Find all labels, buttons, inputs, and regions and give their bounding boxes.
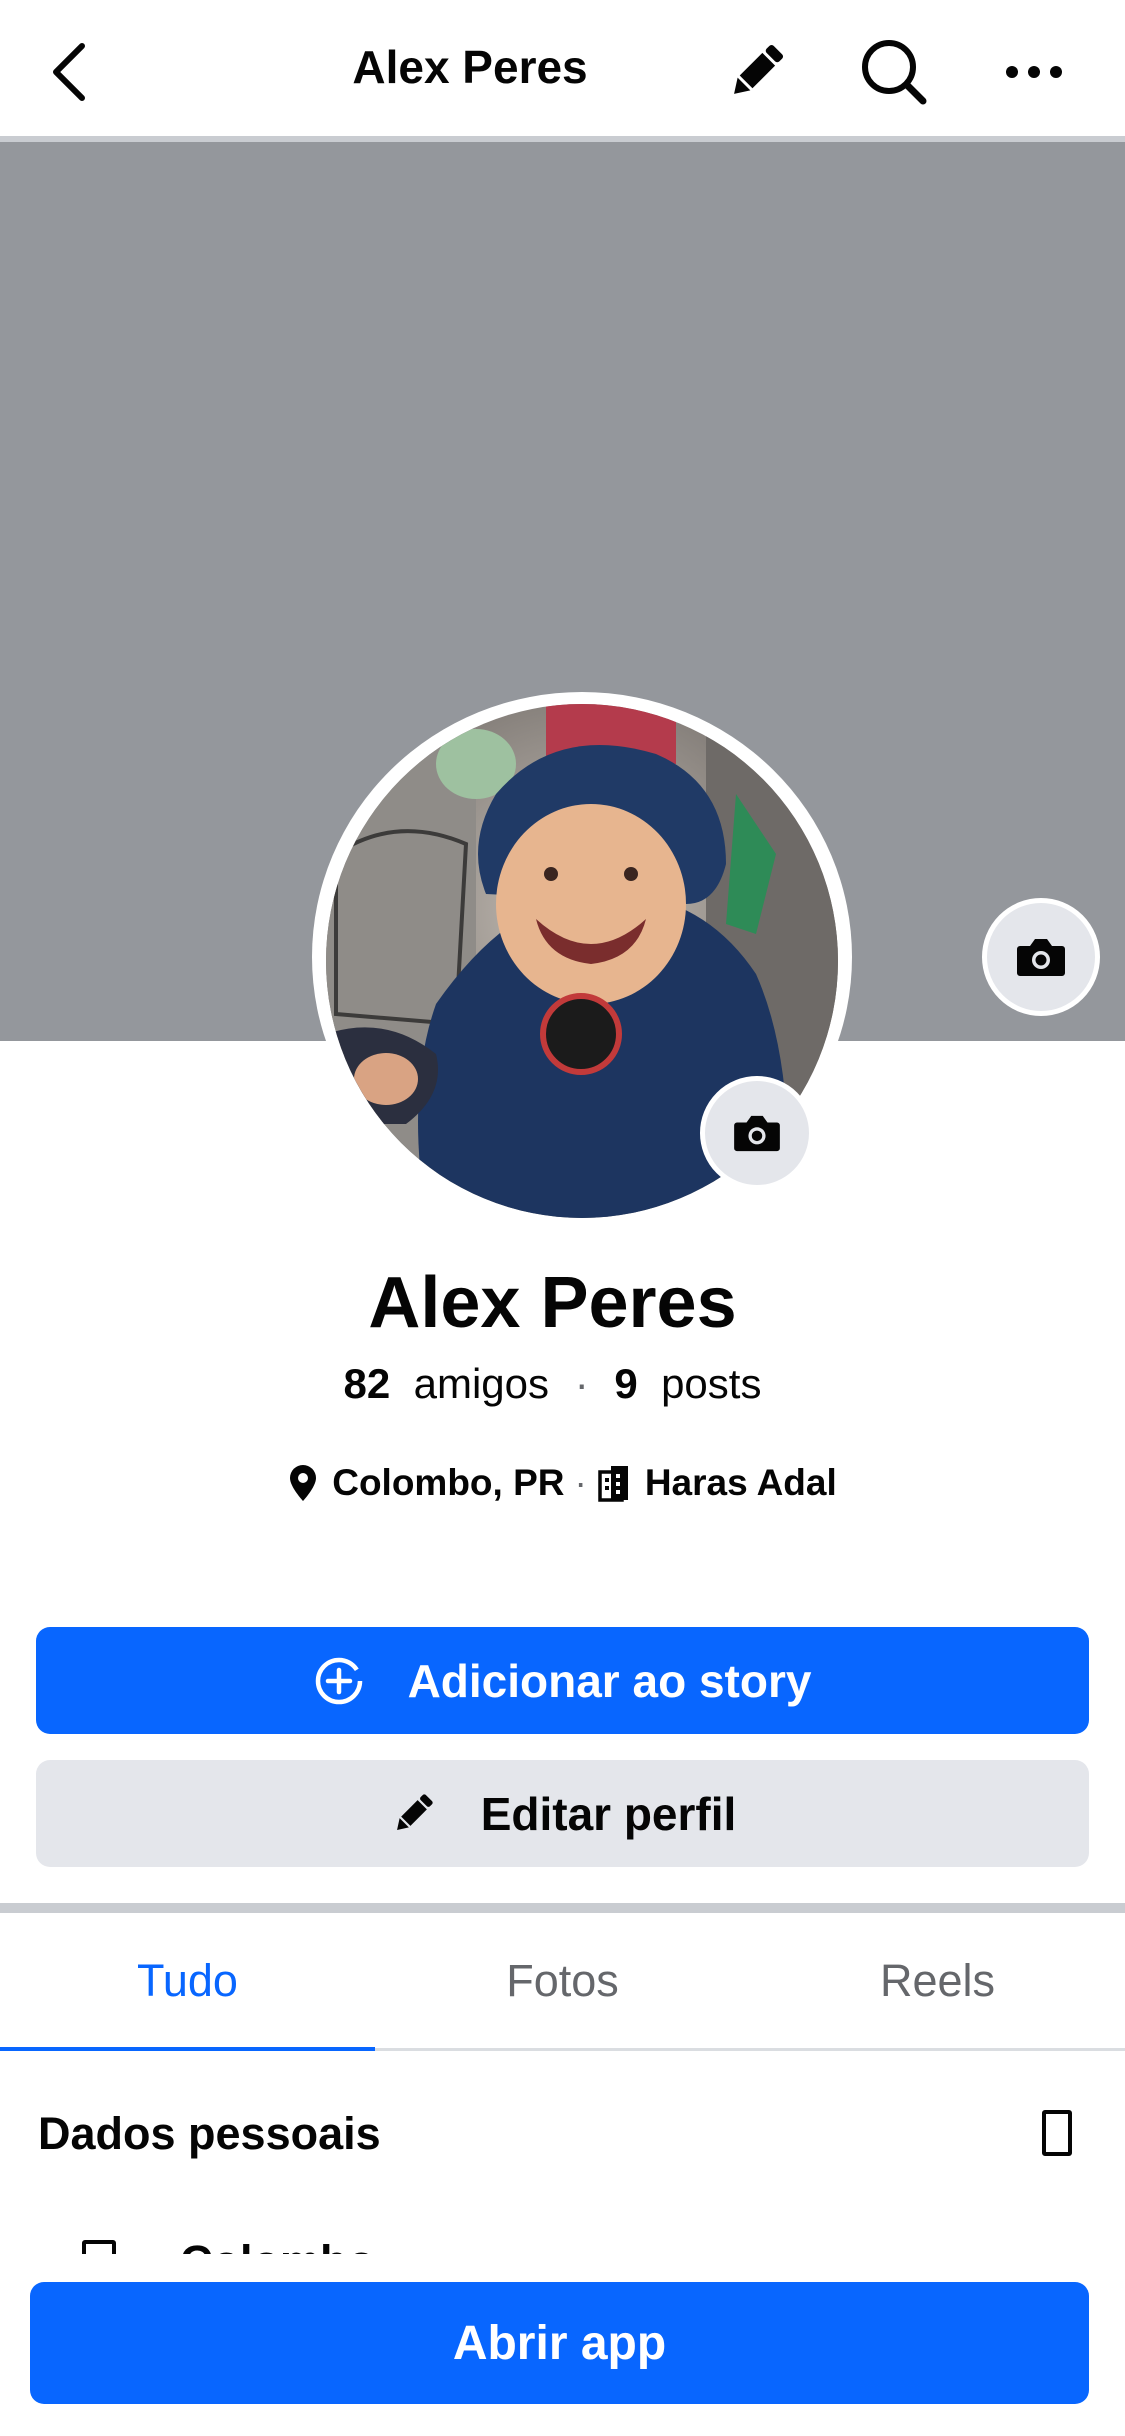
edit-avatar-button[interactable] xyxy=(700,1076,814,1190)
profile-name: Alex Peres xyxy=(368,1263,737,1343)
stats-separator: · xyxy=(574,1360,589,1407)
friends-count: 82 xyxy=(343,1360,391,1407)
about-item-preview: Colombo xyxy=(0,2230,1125,2254)
details-separator: · xyxy=(574,1462,587,1503)
profile-stats: 82 amigos · 9 posts xyxy=(0,1360,1105,1408)
top-bar: Alex Peres xyxy=(0,0,1125,136)
friends-link[interactable]: 82 amigos xyxy=(344,1360,549,1407)
posts-label: posts xyxy=(661,1360,762,1407)
search-button[interactable] xyxy=(856,34,932,110)
bottom-bar: Abrir app xyxy=(0,2254,1125,2436)
page-title: Alex Peres xyxy=(352,41,588,93)
open-app-button[interactable]: Abrir app xyxy=(30,2282,1089,2404)
add-circle-icon xyxy=(315,1657,362,1704)
camera-icon xyxy=(734,1115,780,1152)
friends-label: amigos xyxy=(413,1360,550,1407)
location-text: Colombo, PR xyxy=(332,1462,565,1503)
camera-icon xyxy=(1017,939,1065,976)
about-item-text: Colombo xyxy=(180,2236,375,2254)
edit-profile-button[interactable]: Editar perfil xyxy=(36,1760,1089,1867)
add-to-story-label: Adicionar ao story xyxy=(407,1654,812,1707)
profile-tabs: Tudo Fotos Reels xyxy=(0,1913,1125,2051)
placeholder-icon[interactable] xyxy=(1042,2110,1072,2156)
about-section-title: Dados pessoais xyxy=(38,2108,381,2159)
tab-reels[interactable]: Reels xyxy=(750,1913,1125,2048)
more-button[interactable] xyxy=(996,34,1072,110)
search-icon xyxy=(862,40,927,105)
placeholder-icon xyxy=(82,2240,116,2254)
tab-photos[interactable]: Fotos xyxy=(375,1913,750,2048)
pencil-icon xyxy=(396,1793,433,1830)
tab-all[interactable]: Tudo xyxy=(0,1913,375,2051)
building-icon xyxy=(598,1466,628,1502)
section-divider xyxy=(0,1903,1125,1913)
workplace-text: Haras Adal xyxy=(644,1462,837,1503)
location-pin-icon xyxy=(290,1465,317,1501)
add-to-story-button[interactable]: Adicionar ao story xyxy=(36,1627,1089,1734)
posts-count: 9 xyxy=(614,1360,638,1407)
more-horizontal-icon xyxy=(1006,66,1062,78)
edit-profile-label: Editar perfil xyxy=(480,1787,737,1840)
pencil-icon xyxy=(734,44,784,94)
edit-cover-photo-button[interactable] xyxy=(982,898,1100,1016)
profile-details: Colombo, PR · Haras Adal xyxy=(0,1462,1125,1504)
edit-button[interactable] xyxy=(718,34,794,110)
posts-link[interactable]: 9 posts xyxy=(614,1360,761,1407)
